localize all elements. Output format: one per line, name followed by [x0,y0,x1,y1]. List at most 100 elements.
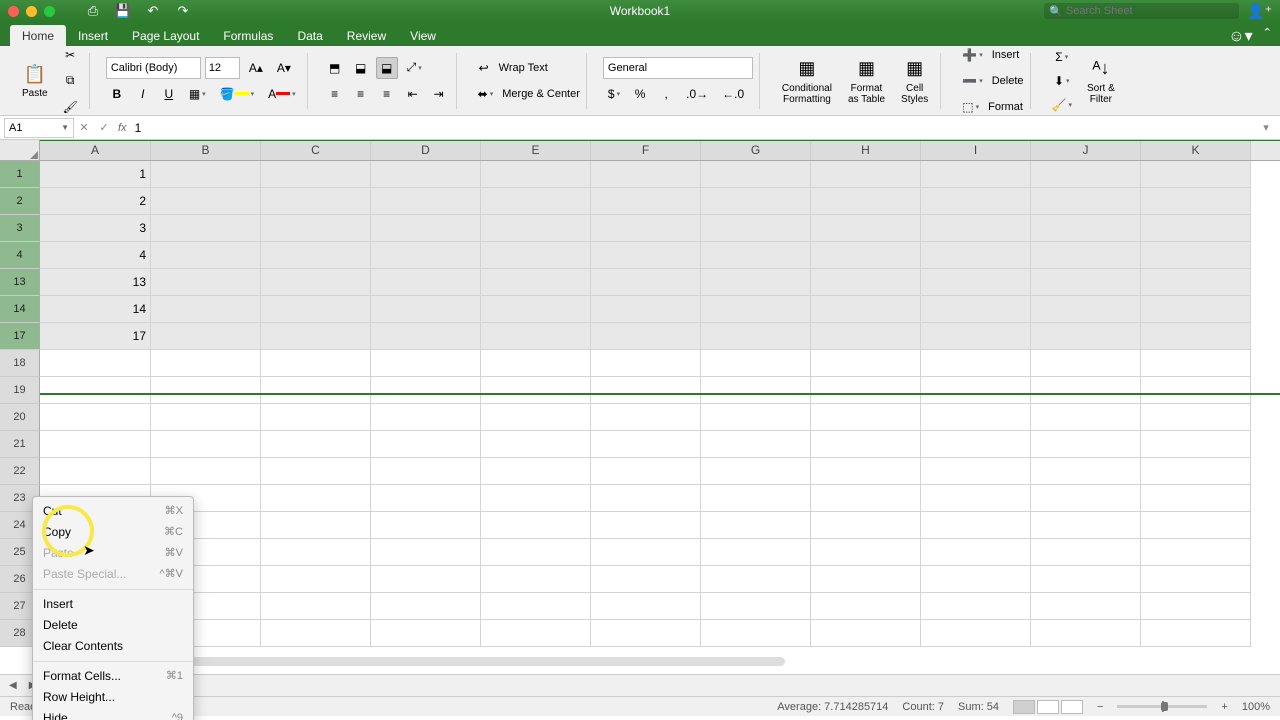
cell-D28[interactable] [371,620,481,647]
cell-K22[interactable] [1141,458,1251,485]
percent-icon[interactable]: % [629,83,651,105]
sort-filter-button[interactable]: ᴬ↓Sort & Filter [1081,53,1121,109]
search-input[interactable] [1066,5,1234,17]
cut-icon[interactable]: ✂ [58,44,83,66]
cell-C17[interactable] [261,323,371,350]
zoom-in-button[interactable]: + [1221,701,1227,713]
cell-E21[interactable] [481,431,591,458]
cell-E19[interactable] [481,377,591,404]
cell-H26[interactable] [811,566,921,593]
cell-G24[interactable] [701,512,811,539]
cell-F2[interactable] [591,188,701,215]
cell-K25[interactable] [1141,539,1251,566]
font-name-select[interactable] [106,57,201,79]
row-header-14[interactable]: 14 [0,296,40,323]
cell-B1[interactable] [151,161,261,188]
cell-K19[interactable] [1141,377,1251,404]
cell-I1[interactable] [921,161,1031,188]
menu-item-copy[interactable]: Copy⌘C [33,522,193,543]
cell-G23[interactable] [701,485,811,512]
cell-A13[interactable]: 13 [40,269,151,296]
cell-I24[interactable] [921,512,1031,539]
cell-G13[interactable] [701,269,811,296]
cell-D23[interactable] [371,485,481,512]
cell-E22[interactable] [481,458,591,485]
font-color-button[interactable]: A [263,83,301,105]
orientation-icon[interactable]: ⤢ [402,57,427,79]
cell-A17[interactable]: 17 [40,323,151,350]
cell-E18[interactable] [481,350,591,377]
cell-E1[interactable] [481,161,591,188]
cell-K26[interactable] [1141,566,1251,593]
autosave-icon[interactable]: ⎙ [85,3,101,19]
cell-F14[interactable] [591,296,701,323]
align-top-icon[interactable]: ⬒ [324,57,346,79]
cell-I13[interactable] [921,269,1031,296]
row-header-2[interactable]: 2 [0,188,40,215]
cell-E24[interactable] [481,512,591,539]
tab-page-layout[interactable]: Page Layout [120,25,211,46]
cell-J21[interactable] [1031,431,1141,458]
decrease-decimal-icon[interactable]: ←.0 [717,83,749,105]
tab-insert[interactable]: Insert [66,25,120,46]
sheet-prev-icon[interactable]: ◀ [6,680,20,691]
cell-I3[interactable] [921,215,1031,242]
collapse-ribbon-icon[interactable]: ˆ [1265,27,1270,45]
cell-D19[interactable] [371,377,481,404]
cell-B17[interactable] [151,323,261,350]
merge-center-button[interactable]: ⬌ [473,83,499,105]
cell-I19[interactable] [921,377,1031,404]
cell-G26[interactable] [701,566,811,593]
cell-D25[interactable] [371,539,481,566]
cell-K3[interactable] [1141,215,1251,242]
cell-A20[interactable] [40,404,151,431]
cell-G3[interactable] [701,215,811,242]
page-break-view-button[interactable] [1061,700,1083,714]
cell-A1[interactable]: 1 [40,161,151,188]
cell-E2[interactable] [481,188,591,215]
cell-C19[interactable] [261,377,371,404]
cell-H28[interactable] [811,620,921,647]
cell-J4[interactable] [1031,242,1141,269]
cell-C3[interactable] [261,215,371,242]
cell-D22[interactable] [371,458,481,485]
cell-I28[interactable] [921,620,1031,647]
cell-G22[interactable] [701,458,811,485]
cell-B19[interactable] [151,377,261,404]
column-header-i[interactable]: I [921,140,1031,160]
menu-item-format-cells[interactable]: Format Cells...⌘1 [33,666,193,687]
cell-E4[interactable] [481,242,591,269]
clear-icon[interactable]: 🧹 [1047,94,1077,116]
cell-A18[interactable] [40,350,151,377]
cell-J19[interactable] [1031,377,1141,404]
cell-K14[interactable] [1141,296,1251,323]
cell-H25[interactable] [811,539,921,566]
cell-F26[interactable] [591,566,701,593]
cell-J24[interactable] [1031,512,1141,539]
cell-H1[interactable] [811,161,921,188]
cell-I23[interactable] [921,485,1031,512]
cell-J27[interactable] [1031,593,1141,620]
search-sheet-box[interactable]: 🔍 [1044,3,1239,19]
zoom-window-button[interactable] [44,6,55,17]
cell-H17[interactable] [811,323,921,350]
column-header-g[interactable]: G [701,140,811,160]
cell-B14[interactable] [151,296,261,323]
cell-I2[interactable] [921,188,1031,215]
cell-H18[interactable] [811,350,921,377]
cell-K21[interactable] [1141,431,1251,458]
insert-cells-button[interactable]: ➕ [957,44,987,66]
tab-data[interactable]: Data [285,25,334,46]
cell-K20[interactable] [1141,404,1251,431]
cell-D3[interactable] [371,215,481,242]
cell-E25[interactable] [481,539,591,566]
column-header-j[interactable]: J [1031,140,1141,160]
cancel-formula-icon[interactable]: ✕ [74,121,94,134]
delete-cells-button[interactable]: ➖ [957,70,987,92]
cell-I27[interactable] [921,593,1031,620]
cell-A22[interactable] [40,458,151,485]
column-header-a[interactable]: A [40,140,151,160]
cell-H20[interactable] [811,404,921,431]
fill-icon[interactable]: ⬇ [1047,70,1077,92]
cell-C18[interactable] [261,350,371,377]
